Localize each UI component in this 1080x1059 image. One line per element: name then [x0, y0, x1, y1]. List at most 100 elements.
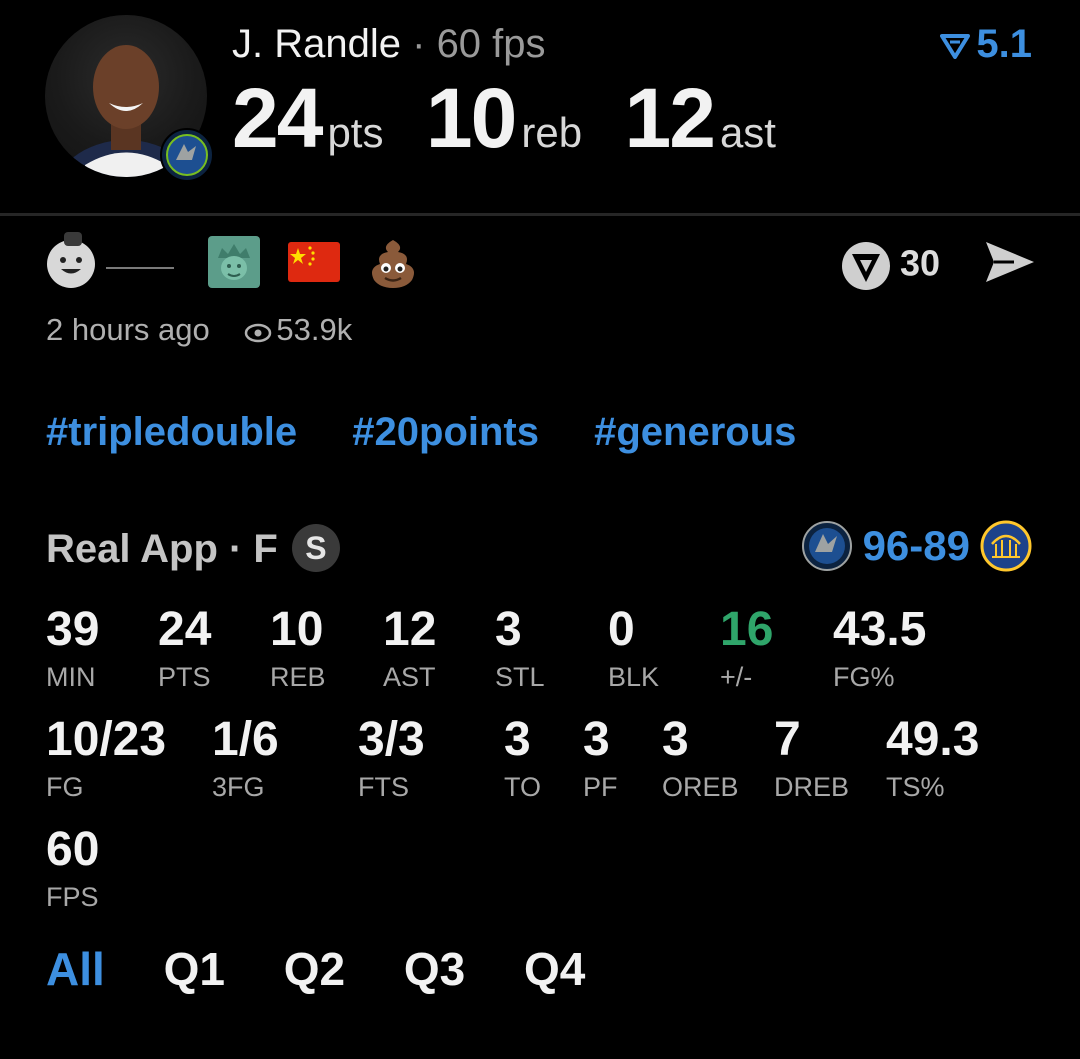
rating-value: 5.1: [976, 22, 1032, 66]
hashtag-link[interactable]: #generous: [594, 410, 796, 454]
stat-label: FG%: [833, 662, 895, 692]
hashtag-link[interactable]: #20points: [352, 410, 539, 454]
fantasy-points: 60 fps: [436, 22, 546, 66]
stat-value: 0: [608, 603, 635, 656]
stat-ast: 12 AST: [383, 604, 436, 693]
hashtag-link[interactable]: #tripledouble: [46, 410, 297, 454]
stat-label: FTS: [358, 772, 409, 802]
rating-chevron-icon: [940, 34, 971, 60]
headline-stat-unit: reb: [521, 109, 583, 156]
post-meta: 2 hours ago 53.9k: [46, 312, 352, 348]
player-name[interactable]: J. Randle: [232, 22, 401, 66]
reaction-counter[interactable]: 30: [840, 240, 940, 292]
tab-q2[interactable]: Q2: [284, 943, 345, 995]
stat-to: 3 TO: [504, 714, 541, 803]
stat-dreb: 7 DREB: [774, 714, 849, 803]
stat-value: 10/23: [46, 713, 167, 766]
stat-value: 3/3: [358, 713, 425, 766]
period-tabs: All Q1 Q2 Q3 Q4: [46, 942, 631, 996]
stat-label: AST: [383, 662, 436, 692]
stat-fg-pct: 43.5 FG%: [833, 604, 926, 693]
stat-label: PF: [583, 772, 618, 802]
stat-reb: 10 REB: [270, 604, 326, 693]
stat-stl: 3 STL: [495, 604, 545, 693]
stat-value: 49.3: [886, 713, 980, 766]
stat-value: 7: [774, 713, 801, 766]
avatar-emoji-icon[interactable]: [44, 232, 100, 288]
headline-stat-unit: pts: [327, 109, 384, 156]
warriors-logo-icon: [980, 520, 1032, 572]
china-flag-icon[interactable]: [288, 242, 340, 282]
stat-value: 3: [583, 713, 610, 766]
stat-oreb: 3 OREB: [662, 714, 739, 803]
stat-value: 3: [495, 603, 522, 656]
score-value: 96-89: [863, 522, 970, 569]
eye-icon: [245, 323, 272, 343]
headline-stat-unit: ast: [719, 109, 776, 156]
stat-label: OREB: [662, 772, 739, 802]
stat-label: FPS: [46, 882, 99, 912]
home-score: 96: [862, 522, 910, 569]
stat-pf: 3 PF: [583, 714, 618, 803]
stat-label: MIN: [46, 662, 96, 692]
views-value: 53.9k: [276, 312, 353, 347]
send-icon: [986, 242, 1034, 282]
stat-label: +/-: [720, 662, 753, 692]
title-separator: ·: [412, 22, 426, 66]
stat-value: 39: [46, 603, 100, 656]
reaction-logo-icon: [841, 242, 890, 290]
stat-value: 1/6: [212, 713, 279, 766]
pile-of-poo-icon[interactable]: [366, 236, 420, 290]
team-logo-icon: [160, 128, 214, 182]
tab-all[interactable]: All: [46, 943, 105, 995]
tab-q4[interactable]: Q4: [524, 943, 585, 995]
stat-blk: 0 BLK: [608, 604, 659, 693]
stat-value: 12: [383, 603, 437, 656]
stat-min: 39 MIN: [46, 604, 99, 693]
stat-label: TS%: [886, 772, 945, 802]
tab-q3[interactable]: Q3: [404, 943, 465, 995]
tab-q1[interactable]: Q1: [164, 943, 225, 995]
status-badge: S: [291, 524, 340, 573]
post-time: 2 hours ago: [46, 312, 210, 347]
rating-badge[interactable]: 5.1: [940, 22, 1032, 67]
stat-label: PTS: [158, 662, 211, 692]
stat-value: 16: [720, 603, 774, 656]
statue-of-liberty-icon[interactable]: [208, 236, 260, 288]
game-score[interactable]: 96-89: [801, 520, 1032, 576]
stat-fg: 10/23 FG: [46, 714, 166, 803]
stat-label: 3FG: [212, 772, 265, 802]
timberwolves-logo-icon: [801, 520, 853, 572]
view-count: 53.9k: [244, 312, 352, 347]
reaction-count: 30: [899, 242, 940, 284]
headline-stats: 24 pts 10 reb 12 ast: [232, 70, 814, 167]
share-button[interactable]: [984, 238, 1036, 291]
stat-value: 60: [46, 823, 100, 876]
stat-label: TO: [504, 772, 542, 802]
stat-label: BLK: [608, 662, 660, 692]
stat-label: DREB: [774, 772, 850, 802]
stat-plus-minus: 16 +/-: [720, 604, 773, 693]
game-source: Real App · F S: [46, 524, 340, 575]
stat-pts: 24 PTS: [158, 604, 211, 693]
stat-value: 24: [158, 603, 212, 656]
stat-ts-pct: 49.3 TS%: [886, 714, 979, 803]
score-dash: -: [909, 522, 924, 569]
stat-label: FG: [46, 772, 84, 802]
stat-value: 3: [504, 713, 531, 766]
headline-stat-value: 24: [232, 71, 323, 165]
stat-label: REB: [270, 662, 326, 692]
stat-fps: 60 FPS: [46, 824, 99, 913]
dash-icon: [106, 258, 178, 269]
stat-value: 10: [270, 603, 324, 656]
stat-value: 3: [662, 713, 689, 766]
player-title[interactable]: J. Randle · 60 fps: [232, 22, 546, 67]
source-label: Real App · F: [46, 527, 278, 571]
headline-stat-value: 12: [624, 71, 716, 165]
headline-stat-value: 10: [425, 71, 517, 165]
stat-3fg: 1/6 3FG: [212, 714, 279, 803]
header-divider: [0, 213, 1080, 216]
away-score: 89: [923, 522, 970, 569]
stat-fts: 3/3 FTS: [358, 714, 425, 803]
stat-value: 43.5: [833, 603, 927, 656]
